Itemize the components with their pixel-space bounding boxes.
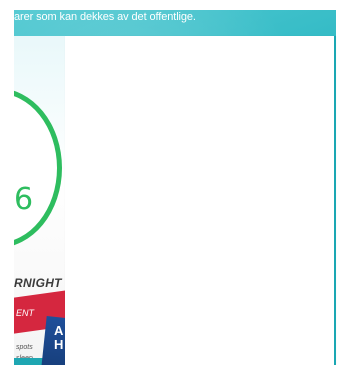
product-small-copy-line: spots [16,344,33,351]
product-small-copy: spots sleep me [16,342,33,358]
product-image: 6 RNIGHT ENT spots sleep me [14,36,66,358]
product-small-copy-line: sleep [16,353,33,358]
panel-right-edge [334,36,336,365]
blue-box-letter: H [54,337,64,352]
percentage-badge-circle [14,88,62,248]
blue-box-letter: A [54,323,64,338]
banner-text: arer som kan dekkes av det offentlige. [14,11,196,23]
blue-product-box-letters: A H [54,324,63,352]
percentage-badge-glyph: 6 [14,182,34,217]
product-red-strip-text: ENT [16,308,34,318]
product-overnight-label: RNIGHT [14,276,62,290]
screen: arer som kan dekkes av det offentlige. 6… [0,0,345,365]
overlay-panel [65,36,336,365]
